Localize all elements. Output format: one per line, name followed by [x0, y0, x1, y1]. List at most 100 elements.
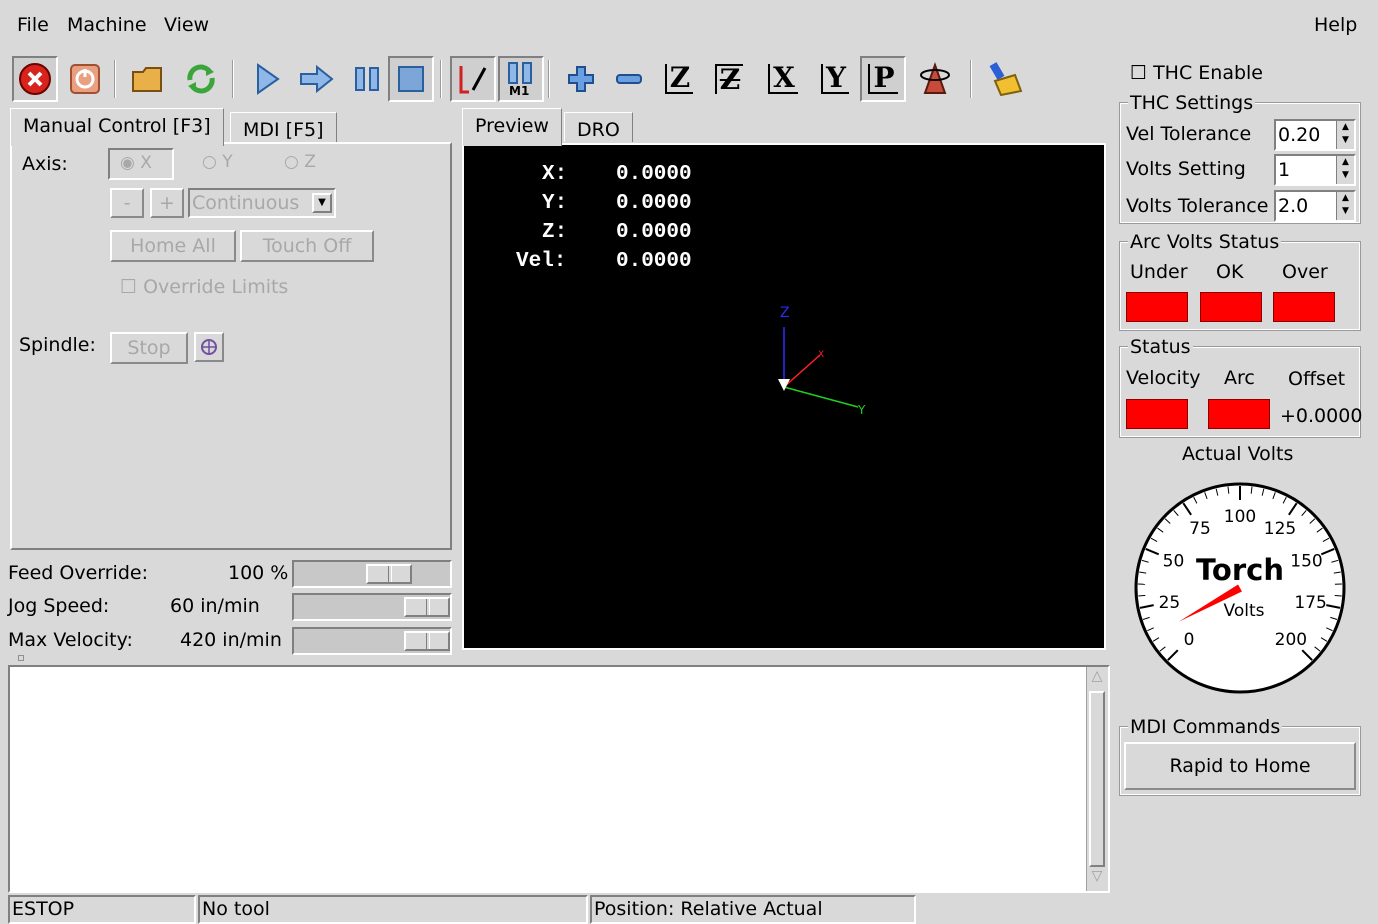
axis-y-radio[interactable]: ○ Y: [202, 152, 233, 172]
optional-stop-icon: M1: [508, 62, 532, 97]
gcode-text-area[interactable]: △ ▽: [8, 665, 1110, 893]
block-delete-button[interactable]: [450, 56, 496, 102]
dro-x-value: 0.0000: [616, 163, 692, 186]
scroll-up-icon[interactable]: △: [1088, 668, 1106, 690]
max-velocity-slider[interactable]: [292, 627, 452, 655]
max-velocity-label: Max Velocity:: [8, 629, 133, 651]
dro-z-value: 0.0000: [616, 221, 692, 244]
axis-label: Axis:: [22, 153, 68, 175]
view-y-icon: Y: [821, 64, 849, 94]
override-limits-checkbox[interactable]: ☐ Override Limits: [120, 276, 288, 298]
text-scrollbar[interactable]: △ ▽: [1086, 667, 1108, 891]
menu-help[interactable]: Help: [1314, 14, 1357, 36]
preview-canvas[interactable]: X: 0.0000 Y: 0.0000 Z: 0.0000 Vel: 0.000…: [462, 143, 1106, 650]
tab-preview[interactable]: Preview: [462, 108, 562, 146]
actual-volts-label: Actual Volts: [1182, 443, 1294, 465]
step-button[interactable]: [294, 56, 340, 102]
x-axis-line: [783, 354, 821, 388]
under-label: Under: [1130, 261, 1188, 283]
feed-override-slider[interactable]: [292, 560, 452, 588]
step-icon: [300, 64, 334, 94]
run-button[interactable]: [244, 56, 290, 102]
spin-arrows-icon[interactable]: ▲ ▼: [1336, 192, 1354, 220]
gauge-title: Torch: [1196, 553, 1284, 587]
view-z-icon: Z: [664, 64, 694, 94]
jog-minus-button[interactable]: -: [110, 188, 144, 218]
jog-plus-button[interactable]: +: [150, 188, 184, 218]
rotate-view-button[interactable]: [912, 56, 958, 102]
vel-tolerance-spinbox[interactable]: 0.20 ▲ ▼: [1274, 119, 1356, 151]
status-position: Position: Relative Actual: [590, 895, 916, 924]
view-x-button[interactable]: X: [760, 56, 806, 102]
arc-volts-status-title: Arc Volts Status: [1128, 231, 1282, 253]
stop-button[interactable]: [388, 56, 434, 102]
dro-x-label: X:: [542, 163, 568, 186]
zoom-out-button[interactable]: [606, 56, 652, 102]
open-file-button[interactable]: [126, 56, 172, 102]
menu-view[interactable]: View: [164, 14, 209, 36]
pause-button[interactable]: [344, 56, 390, 102]
arc-led: [1208, 399, 1270, 429]
gauge-tick: [1138, 594, 1146, 597]
status-title: Status: [1128, 336, 1193, 358]
scrollbar-thumb[interactable]: [1089, 691, 1105, 867]
view-p-icon: P: [868, 64, 898, 94]
feed-override-label: Feed Override:: [8, 562, 148, 584]
volts-tolerance-spinbox[interactable]: 2.0 ▲ ▼: [1274, 190, 1356, 222]
machine-power-button[interactable]: [62, 56, 108, 102]
jog-mode-select[interactable]: Continuous ▼: [188, 188, 336, 218]
stop-icon: [398, 66, 424, 92]
max-velocity-value: 420 in/min: [180, 629, 282, 651]
gauge-tick-label: 50: [1163, 551, 1185, 571]
spin-arrows-icon[interactable]: ▲ ▼: [1336, 156, 1354, 184]
ok-led: [1200, 292, 1262, 322]
volts-tolerance-label: Volts Tolerance: [1126, 195, 1269, 217]
actual-volts-gauge: 025 5075 100 125 150 175 200 Torch Volts: [1134, 482, 1346, 694]
spindle-brake-button[interactable]: [194, 332, 224, 362]
run-icon: [257, 63, 280, 95]
axes-origin-widget: Z X Y: [778, 305, 866, 417]
axis-x-radio[interactable]: ◉ X: [108, 148, 174, 180]
zoom-in-button[interactable]: [558, 56, 604, 102]
rotate-view-icon: [920, 62, 950, 94]
feed-override-value: 100 %: [228, 562, 289, 584]
thc-enable-checkbox[interactable]: ☐ THC Enable: [1130, 62, 1263, 84]
optional-stop-button[interactable]: M1: [498, 56, 544, 102]
estop-button[interactable]: [12, 56, 58, 102]
reload-button[interactable]: [178, 56, 224, 102]
menu-machine[interactable]: Machine: [67, 14, 147, 36]
home-all-button[interactable]: Home All: [110, 230, 236, 262]
machine-power-icon: [70, 64, 100, 94]
gauge-tick: [1334, 594, 1342, 597]
thc-settings-title: THC Settings: [1128, 92, 1256, 114]
pause-icon: [355, 67, 379, 91]
view-z-rotated-button[interactable]: Z: [706, 56, 752, 102]
tab-manual-control[interactable]: Manual Control [F3]: [10, 108, 224, 146]
spindle-brake-icon: [201, 339, 217, 355]
rapid-to-home-button[interactable]: Rapid to Home: [1124, 742, 1356, 790]
jog-speed-value: 60 in/min: [170, 595, 260, 617]
menu-file[interactable]: File: [17, 14, 49, 36]
over-led: [1273, 292, 1335, 322]
reload-icon: [187, 64, 215, 94]
jog-speed-slider[interactable]: [292, 593, 452, 621]
axis-z-radio[interactable]: ○ Z: [284, 152, 316, 172]
view-z-button[interactable]: Z: [656, 56, 702, 102]
offset-label: Offset: [1288, 368, 1346, 390]
vel-tolerance-label: Vel Tolerance: [1126, 123, 1252, 145]
view-p-button[interactable]: P: [860, 56, 906, 102]
scroll-down-icon[interactable]: ▽: [1088, 868, 1106, 890]
tab-mdi[interactable]: MDI [F5]: [230, 112, 337, 142]
ok-label: OK: [1216, 261, 1244, 283]
pane-grip-icon[interactable]: [18, 655, 24, 661]
dro-vel-label: Vel:: [516, 250, 567, 273]
touch-off-button[interactable]: Touch Off: [240, 230, 374, 262]
clear-plot-button[interactable]: [982, 56, 1028, 102]
view-z-rotated-icon: Z: [714, 64, 744, 94]
tab-dro[interactable]: DRO: [564, 112, 633, 142]
volts-setting-spinbox[interactable]: 1 ▲ ▼: [1274, 154, 1356, 186]
view-y-button[interactable]: Y: [812, 56, 858, 102]
chevron-down-icon: ▼: [312, 193, 332, 213]
spin-arrows-icon[interactable]: ▲ ▼: [1336, 121, 1354, 149]
spindle-stop-button[interactable]: Stop: [110, 332, 188, 364]
